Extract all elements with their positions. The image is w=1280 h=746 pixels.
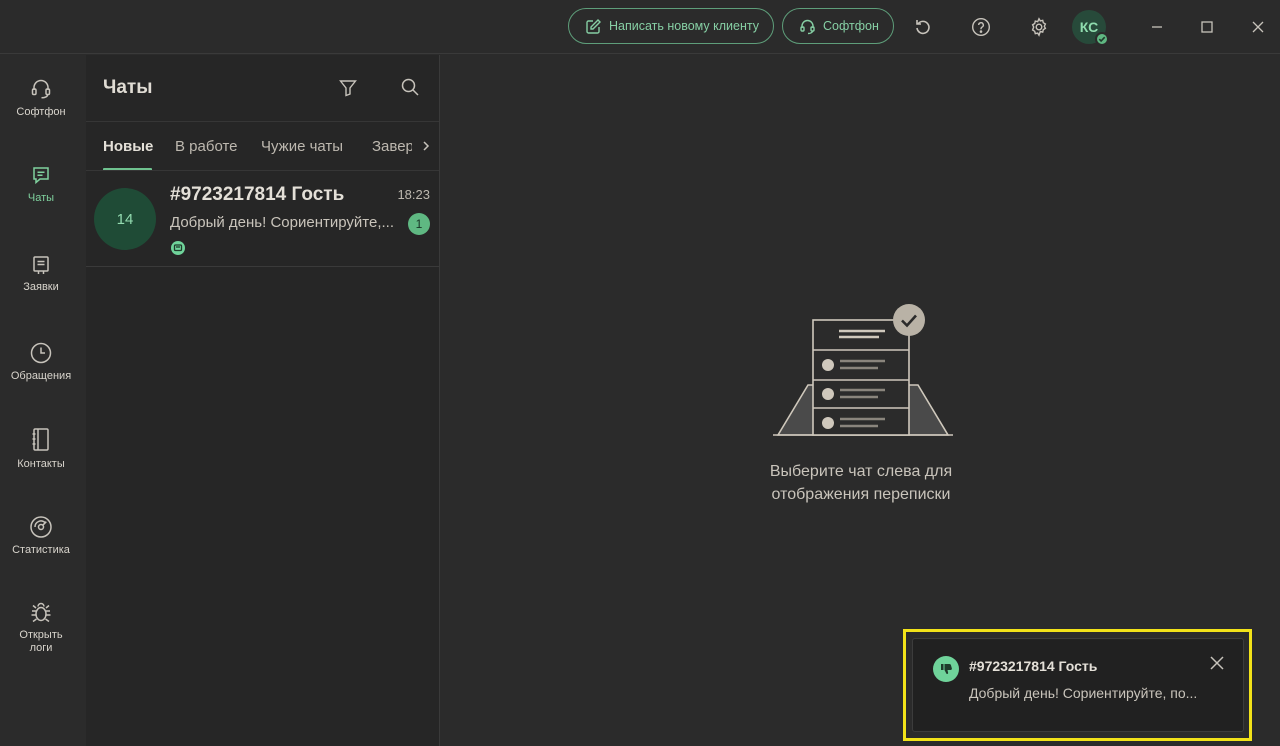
- notebook-icon: [30, 427, 52, 453]
- filter-button[interactable]: [337, 77, 359, 99]
- empty-state-line2: отображения переписки: [771, 486, 951, 503]
- left-navigation: Софтфон Чаты Заявки Обращения Контакты С…: [0, 55, 86, 746]
- filter-icon: [337, 77, 359, 99]
- nav-item-statistics[interactable]: Статистика: [0, 515, 82, 557]
- softphone-button[interactable]: Софтфон: [782, 8, 894, 44]
- toast-highlight-frame: #9723217814 Гость Добрый день! Сориентир…: [903, 629, 1252, 741]
- search-icon: [400, 77, 420, 97]
- empty-state-line1: Выберите чат слева для: [769, 463, 953, 480]
- notification-close-button[interactable]: [1209, 655, 1225, 671]
- chats-panel: Чаты Новые В работе Чужие чаты Завер 14: [86, 55, 440, 746]
- nav-label-chats: Чаты: [27, 192, 55, 204]
- notification-body: Добрый день! Сориентируйте, по...: [969, 685, 1198, 701]
- close-window-button[interactable]: [1244, 13, 1272, 41]
- nav-label-open-logs: Открыть логи: [19, 629, 62, 655]
- nav-item-requests[interactable]: Обращения: [0, 341, 82, 383]
- headset-icon: [29, 77, 53, 101]
- tab-other-chats[interactable]: Чужие чаты: [261, 138, 343, 155]
- nav-label-softphone: Софтфон: [16, 106, 66, 118]
- headset-icon: [799, 18, 816, 35]
- gear-icon: [1029, 17, 1049, 37]
- online-check-icon: [1095, 32, 1109, 46]
- chat-tabs: Новые В работе Чужие чаты Завер: [86, 121, 439, 171]
- web-chat-icon: [171, 241, 185, 255]
- new-message-notification[interactable]: #9723217814 Гость Добрый день! Сориентир…: [912, 638, 1244, 732]
- help-button[interactable]: [967, 13, 995, 41]
- notification-title: #9723217814 Гость: [969, 658, 1098, 674]
- tab-in-progress[interactable]: В работе: [175, 138, 238, 155]
- nav-label-tickets: Заявки: [23, 281, 59, 293]
- maximize-icon: [1200, 20, 1214, 34]
- nav-item-chats[interactable]: Чаты: [0, 165, 82, 205]
- gauge-icon: [29, 515, 53, 539]
- unread-badge: 1: [408, 213, 430, 235]
- chevron-right-icon: [421, 140, 431, 152]
- nav-label-open-logs-line1: Открыть: [19, 629, 63, 641]
- chat-preview: Добрый день! Сориентируйте,...: [170, 214, 394, 231]
- empty-chat-illustration: [768, 300, 958, 440]
- nav-item-softphone[interactable]: Софтфон: [0, 77, 82, 119]
- chat-icon: [31, 165, 51, 187]
- new-client-button[interactable]: Написать новому клиенту: [568, 8, 774, 44]
- minimize-button[interactable]: [1143, 13, 1171, 41]
- chat-avatar: 14: [94, 188, 156, 250]
- ticket-icon: [31, 254, 51, 276]
- new-client-label: Написать новому клиенту: [609, 19, 759, 33]
- nav-item-contacts[interactable]: Контакты: [0, 427, 82, 471]
- nav-item-tickets[interactable]: Заявки: [0, 254, 82, 294]
- maximize-button[interactable]: [1193, 13, 1221, 41]
- tabs-scroll-right-button[interactable]: [412, 122, 439, 170]
- chats-title: Чаты: [103, 77, 153, 98]
- bug-icon: [29, 600, 53, 624]
- nav-label-open-logs-line2: логи: [29, 642, 53, 654]
- help-icon: [971, 17, 991, 37]
- close-icon: [1251, 20, 1265, 34]
- empty-state-message: Выберите чат слева для отображения переп…: [711, 460, 1011, 506]
- tab-completed[interactable]: Завер: [372, 138, 414, 155]
- settings-button[interactable]: [1025, 13, 1053, 41]
- nav-label-contacts: Контакты: [17, 458, 65, 470]
- refresh-icon: [913, 17, 933, 37]
- softphone-label: Софтфон: [823, 19, 879, 33]
- nav-item-open-logs[interactable]: Открыть логи: [0, 600, 82, 655]
- minimize-icon: [1150, 20, 1164, 34]
- active-tab-indicator: [103, 168, 152, 170]
- nav-label-requests: Обращения: [10, 370, 72, 382]
- chat-time: 18:23: [397, 187, 430, 202]
- avatar-initials: КС: [1079, 19, 1099, 35]
- chat-list-item[interactable]: 14 #9723217814 Гость 18:23 Добрый день! …: [86, 172, 439, 267]
- top-bar: Написать новому клиенту Софтфон КС: [0, 0, 1280, 54]
- close-icon: [1209, 655, 1225, 671]
- thumbs-down-icon: [933, 656, 959, 682]
- pencil-square-icon: [585, 18, 602, 35]
- search-button[interactable]: [400, 77, 420, 97]
- refresh-button[interactable]: [909, 13, 937, 41]
- chat-name: #9723217814 Гость: [170, 184, 345, 205]
- tab-new[interactable]: Новые: [103, 138, 153, 155]
- nav-label-statistics: Статистика: [12, 544, 70, 556]
- user-avatar[interactable]: КС: [1072, 10, 1109, 46]
- clock-icon: [29, 341, 53, 365]
